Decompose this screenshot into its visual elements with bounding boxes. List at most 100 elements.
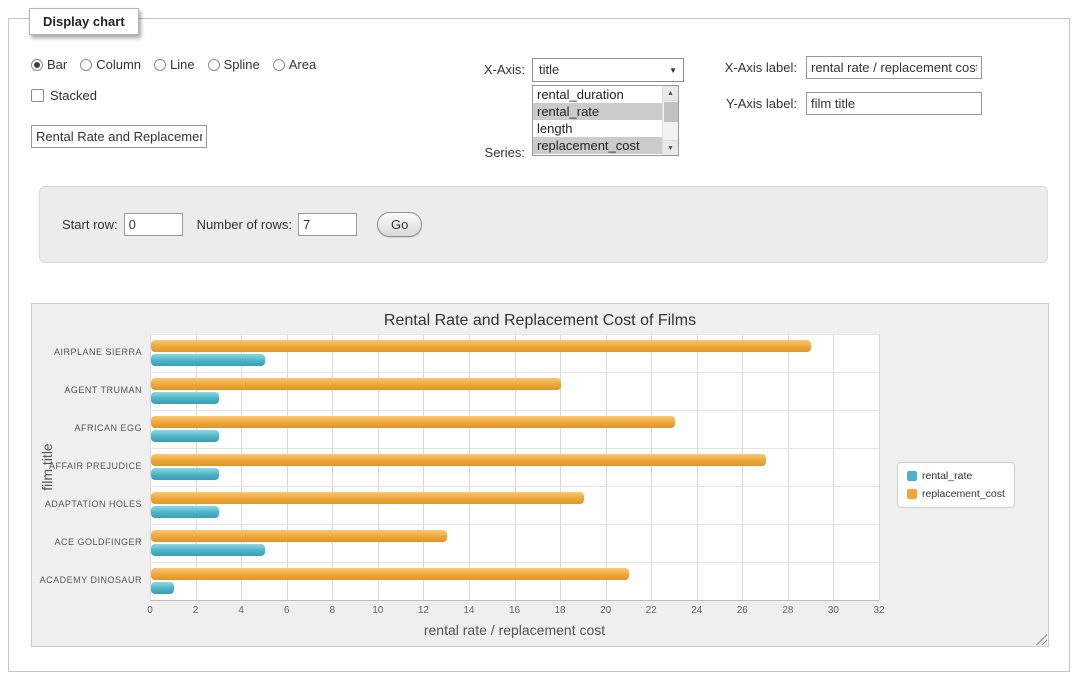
bar-rental_rate[interactable] xyxy=(151,544,265,556)
gridline xyxy=(560,334,561,600)
stacked-label: Stacked xyxy=(50,88,97,103)
bar-rental_rate[interactable] xyxy=(151,582,174,594)
gridline xyxy=(697,334,698,600)
band-line xyxy=(150,410,879,411)
radio-label: Bar xyxy=(47,57,67,72)
x-tick-label: 4 xyxy=(226,605,256,616)
gridline xyxy=(515,334,516,600)
y-axis-title: film title xyxy=(39,334,55,600)
x-tick-label: 6 xyxy=(272,605,302,616)
x-tick-label: 22 xyxy=(636,605,666,616)
scrollbar-down-icon[interactable]: ▼ xyxy=(663,140,678,155)
gridline xyxy=(833,334,834,600)
yaxis-label-caption: Y-Axis label: xyxy=(639,96,797,111)
gridline xyxy=(742,334,743,600)
legend-swatch-icon xyxy=(907,471,917,481)
x-tick-label: 10 xyxy=(363,605,393,616)
chart-type-radio-group: Bar Column Line Spline Area xyxy=(31,57,316,72)
legend-label: replacement_cost xyxy=(922,488,1005,500)
yaxis-label-input[interactable] xyxy=(806,92,982,115)
band-line xyxy=(150,372,879,373)
x-tick-label: 2 xyxy=(181,605,211,616)
x-tick-label: 18 xyxy=(545,605,575,616)
bar-replacement_cost[interactable] xyxy=(151,378,561,390)
series-option-replacement_cost[interactable]: replacement_cost xyxy=(533,137,662,154)
display-chart-legend: Display chart xyxy=(29,8,139,35)
bar-rental_rate[interactable] xyxy=(151,506,219,518)
gridline xyxy=(879,334,880,600)
x-tick-label: 14 xyxy=(454,605,484,616)
chart-type-line[interactable]: Line xyxy=(154,57,195,72)
bar-replacement_cost[interactable] xyxy=(151,416,675,428)
display-chart-panel: Display chart BarColumnLineSplineArea St… xyxy=(8,18,1070,672)
gridline xyxy=(150,334,151,600)
legend-item-replacement_cost[interactable]: replacement_cost xyxy=(907,488,1005,500)
go-button[interactable]: Go xyxy=(377,212,422,237)
bar-rental_rate[interactable] xyxy=(151,392,219,404)
x-tick-label: 26 xyxy=(727,605,757,616)
bar-rental_rate[interactable] xyxy=(151,354,265,366)
chart-legend: rental_rate replacement_cost xyxy=(897,462,1015,508)
chart: Rental Rate and Replacement Cost of Film… xyxy=(32,304,1048,646)
rows-panel: Start row: Number of rows: Go xyxy=(39,186,1048,263)
x-tick-label: 12 xyxy=(408,605,438,616)
legend-swatch-icon xyxy=(907,489,917,499)
chart-type-bar[interactable]: Bar xyxy=(31,57,67,72)
start-row-input[interactable] xyxy=(124,213,183,236)
bar-replacement_cost[interactable] xyxy=(151,530,447,542)
num-rows-input[interactable] xyxy=(298,213,357,236)
bar-replacement_cost[interactable] xyxy=(151,568,629,580)
num-rows-label: Number of rows: xyxy=(197,217,292,232)
page: Display chart Bar Column Line Spline Area St… xyxy=(0,0,1081,681)
xaxis-label-input[interactable] xyxy=(806,56,982,79)
x-tick-label: 32 xyxy=(864,605,894,616)
x-tick-label: 0 xyxy=(135,605,165,616)
series-option-length[interactable]: length xyxy=(533,120,662,137)
radio-label: Spline xyxy=(224,57,260,72)
x-axis-title: rental rate / replacement cost xyxy=(150,622,879,638)
radio-icon[interactable] xyxy=(154,59,166,71)
band-line xyxy=(150,486,879,487)
bar-replacement_cost[interactable] xyxy=(151,454,766,466)
radio-icon[interactable] xyxy=(208,59,220,71)
legend-label: rental_rate xyxy=(922,470,972,482)
gridline xyxy=(332,334,333,600)
gridline xyxy=(196,334,197,600)
legend-item-rental_rate[interactable]: rental_rate xyxy=(907,470,1005,482)
x-tick-label: 28 xyxy=(773,605,803,616)
gridline xyxy=(423,334,424,600)
x-tick-label: 24 xyxy=(682,605,712,616)
bar-rental_rate[interactable] xyxy=(151,468,219,480)
xaxis-label-caption: X-Axis label: xyxy=(639,60,797,75)
radio-icon[interactable] xyxy=(273,59,285,71)
series-label: Series: xyxy=(445,145,525,160)
radio-label: Area xyxy=(289,57,316,72)
stacked-checkbox[interactable] xyxy=(31,89,44,102)
band-line xyxy=(150,334,879,335)
radio-icon[interactable] xyxy=(31,59,43,71)
gridline xyxy=(788,334,789,600)
chart-type-spline[interactable]: Spline xyxy=(208,57,260,72)
gridline xyxy=(241,334,242,600)
bar-rental_rate[interactable] xyxy=(151,430,219,442)
radio-label: Line xyxy=(170,57,195,72)
x-tick-label: 30 xyxy=(818,605,848,616)
band-line xyxy=(150,524,879,525)
gridline xyxy=(469,334,470,600)
chart-type-column[interactable]: Column xyxy=(80,57,141,72)
chart-panel: Rental Rate and Replacement Cost of Film… xyxy=(31,303,1049,647)
bar-replacement_cost[interactable] xyxy=(151,340,811,352)
x-tick-label: 20 xyxy=(591,605,621,616)
gridline xyxy=(378,334,379,600)
x-axis-line xyxy=(150,600,879,601)
stacked-checkbox-row[interactable]: Stacked xyxy=(31,88,97,103)
chart-type-area[interactable]: Area xyxy=(273,57,316,72)
band-line xyxy=(150,448,879,449)
x-tick-label: 16 xyxy=(500,605,530,616)
gridline xyxy=(606,334,607,600)
bar-replacement_cost[interactable] xyxy=(151,492,584,504)
chart-title-input[interactable] xyxy=(31,125,207,148)
xaxis-select-value: title xyxy=(539,62,559,77)
gridline xyxy=(287,334,288,600)
radio-icon[interactable] xyxy=(80,59,92,71)
